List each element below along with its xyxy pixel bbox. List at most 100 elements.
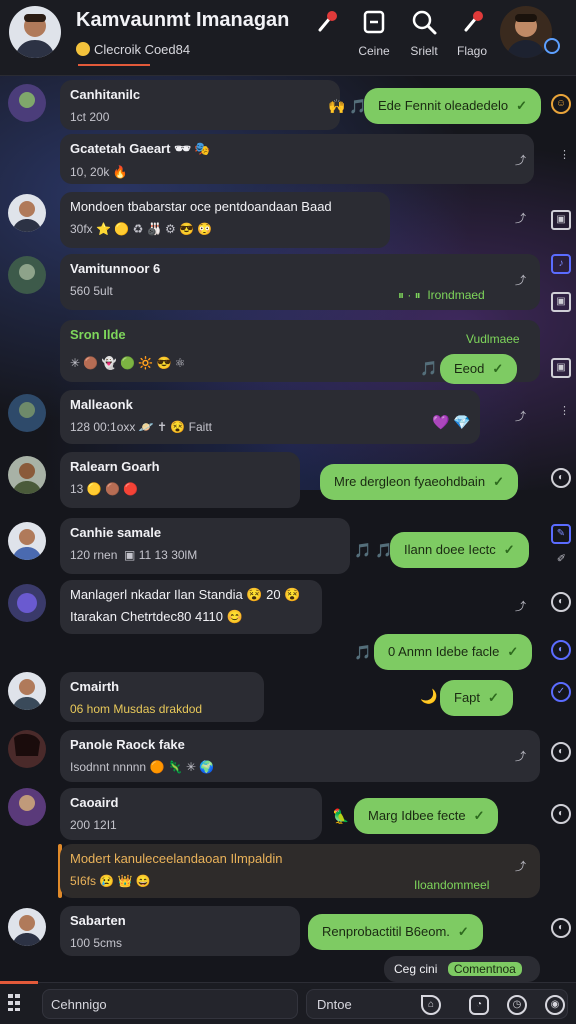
message-bubble[interactable]: Cmairth 06 hom Musdas drakdod — [60, 672, 264, 722]
avatar[interactable] — [8, 394, 46, 432]
message-bubble[interactable]: Canhitanilc 1ct 200 — [60, 80, 340, 130]
mic-button[interactable] — [306, 8, 346, 36]
note-side-icon[interactable]: ♪ — [551, 254, 571, 274]
reaction-emojis[interactable]: 🦜 — [332, 808, 349, 825]
search-label: Srielt — [410, 44, 438, 58]
forward-icon[interactable]: ⤴ — [515, 152, 526, 168]
avatar[interactable] — [8, 672, 46, 710]
avatar[interactable] — [8, 584, 46, 622]
message-bubble[interactable]: Ceg cini Comentnoa — [384, 956, 540, 982]
forward-icon[interactable]: ⤴ — [515, 598, 526, 614]
avatar[interactable] — [8, 256, 46, 294]
sent-bubble[interactable]: Renprobactitil B6eom. ✓ — [308, 914, 483, 950]
reaction-emojis[interactable]: 💜 💎 — [432, 414, 471, 431]
sender-name: Gcatetah Gaeart 🕶 🎭 — [70, 141, 211, 156]
sent-bubble[interactable]: Fapt ✓ — [440, 680, 513, 716]
forward-icon[interactable]: ⤴ — [515, 408, 526, 424]
status-side-icon[interactable]: ◐ — [551, 640, 571, 660]
search-button[interactable]: Srielt — [404, 8, 444, 58]
status-side-icon[interactable]: ◐ — [551, 804, 571, 824]
read-tick-icon: ✓ — [488, 690, 499, 705]
message-meta: Isodnnt nnnnn 🟠 🦎 ✳ 🌍 — [70, 760, 215, 774]
emoji-icon[interactable]: ◔ — [469, 995, 489, 1015]
pin-icon[interactable]: ✐ — [557, 552, 566, 565]
green-meta: Iloandommeel — [414, 878, 490, 892]
message-bubble[interactable]: Sabarten 100 5cms — [60, 906, 300, 956]
edit-side-icon[interactable]: ✎ — [551, 524, 571, 544]
avatar[interactable] — [8, 456, 46, 494]
status-emoji-icon — [76, 42, 90, 56]
composer-bar: Dntoe ⌂ ◔ ◷ ◉ — [0, 981, 576, 1024]
message-bubble[interactable]: Mondoen tbabarstar oce pentdoandaan Baad… — [60, 192, 390, 248]
sent-text[interactable]: Comentnoa — [447, 962, 522, 976]
square-icon — [363, 10, 385, 34]
sent-text: Ilann doee Iectc — [404, 542, 496, 557]
message-meta: 200 12I1 — [70, 818, 117, 832]
reaction-emojis[interactable]: 🌙 — [420, 688, 437, 705]
forward-icon[interactable]: ⤴ — [515, 748, 526, 764]
location-icon[interactable]: ⌂ — [421, 995, 441, 1015]
message-text: Manlagerl nkadar Ilan Standia 😵 20 😵 — [70, 587, 301, 602]
sent-bubble[interactable]: Ede Fennit oleadedelo ✓ — [364, 88, 542, 124]
sent-bubble[interactable]: Eeod ✓ — [440, 354, 518, 384]
record-button[interactable]: Flago — [452, 8, 492, 58]
avatar[interactable] — [8, 84, 46, 122]
camera-icon[interactable]: ◉ — [545, 995, 565, 1015]
message-input[interactable] — [42, 989, 298, 1019]
read-tick-icon: ✓ — [516, 98, 528, 113]
sent-bubble[interactable]: 0 Anmn Idebe facle ✓ — [374, 634, 533, 670]
active-accent — [0, 981, 38, 984]
more-icon[interactable]: ⋮ — [559, 404, 570, 417]
sent-text: Mre dergleon fyaeohdbain — [334, 474, 486, 489]
avatar[interactable] — [8, 908, 46, 946]
sender-name: Canhie samale — [70, 525, 162, 540]
sent-text: Eeod — [454, 361, 485, 376]
secondary-input[interactable]: Dntoe ⌂ ◔ ◷ ◉ — [306, 989, 568, 1019]
message-bubble[interactable]: Gcatetah Gaeart 🕶 🎭 10, 20k 🔥 — [60, 134, 534, 184]
reaction-emojis[interactable]: 🎵 — [420, 360, 437, 377]
message-bubble[interactable]: Malleaonk 128 00:1oxx 🪐 ✝ 😵 Faitt — [60, 390, 480, 444]
message-bubble[interactable]: Panole Raock fake Isodnnt nnnnn 🟠 🦎 ✳ 🌍 — [60, 730, 540, 782]
reaction-emojis[interactable]: 🎵 — [354, 644, 371, 661]
message-meta: 120 rnen ▣ 11 13 30lM — [70, 548, 198, 562]
status-side-icon[interactable]: ◐ — [551, 468, 571, 488]
stop-label: Ceine — [358, 44, 390, 58]
avatar[interactable] — [8, 522, 46, 560]
forward-icon[interactable]: ⤴ — [515, 858, 526, 874]
avatar[interactable] — [8, 730, 46, 768]
sticker-side-icon[interactable]: ▣ — [551, 292, 571, 312]
avatar[interactable] — [8, 788, 46, 826]
more-icon[interactable]: ⋮ — [559, 148, 570, 161]
name-emojis: 🕶 🎭 — [174, 141, 211, 156]
sender-name: Malleaonk — [70, 397, 133, 412]
reaction-side-icon[interactable]: ☺ — [551, 94, 571, 114]
message-meta: 30fx ⭐ 🟡 ♻ 🎳 ⚙ 😎 😳 — [70, 222, 213, 236]
sent-text: Renprobactitil B6eom. — [322, 924, 450, 939]
sticker-side-icon[interactable]: ▣ — [551, 210, 571, 230]
sent-bubble[interactable]: Marg Idbee fecte ✓ — [354, 798, 499, 834]
record-label: Flago — [456, 44, 488, 58]
forward-icon[interactable]: ⤴ — [515, 272, 526, 288]
reaction-emojis[interactable]: 🙌 🎵 — [328, 98, 367, 115]
sticker-side-icon[interactable]: ▣ — [551, 358, 571, 378]
search-icon — [412, 10, 437, 35]
message-bubble[interactable]: Ralearn Goarh 13 🟡 🟤 🔴 — [60, 452, 300, 508]
reaction-emojis[interactable]: 🎵 🎵 — [354, 542, 393, 559]
message-bubble[interactable]: Canhie samale 120 rnen ▣ 11 13 30lM — [60, 518, 350, 574]
verified-side-icon[interactable]: ✓ — [551, 682, 571, 702]
stop-button[interactable]: Ceine — [354, 8, 394, 58]
message-bubble[interactable]: Caoaird 200 12I1 — [60, 788, 322, 840]
sent-bubble[interactable]: Mre dergleon fyaeohdbain ✓ — [320, 464, 518, 500]
message-bubble[interactable]: Manlagerl nkadar Ilan Standia 😵 20 😵 Ita… — [60, 580, 322, 634]
status-side-icon[interactable]: ◐ — [551, 592, 571, 612]
status-side-icon[interactable]: ◐ — [551, 742, 571, 762]
clock-icon[interactable]: ◷ — [507, 995, 527, 1015]
message-list[interactable]: Canhitanilc 1ct 200 🙌 🎵 Ede Fennit olead… — [0, 76, 576, 982]
sent-bubble[interactable]: Ilann doee Iectc ✓ — [390, 532, 529, 568]
group-avatar[interactable] — [9, 6, 61, 58]
grid-menu-icon[interactable] — [6, 991, 28, 1013]
read-tick-icon: ✓ — [492, 361, 504, 376]
status-side-icon[interactable]: ◐ — [551, 918, 571, 938]
forward-icon[interactable]: ⤴ — [515, 210, 526, 226]
avatar[interactable] — [8, 194, 46, 232]
